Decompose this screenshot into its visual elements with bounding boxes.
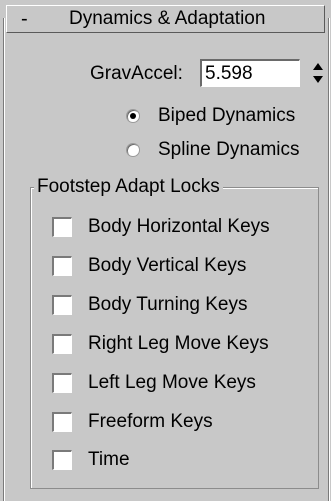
checkbox-label: Time xyxy=(88,449,130,470)
radio-label: Spline Dynamics xyxy=(158,139,300,160)
panel-border-left-highlight xyxy=(4,18,5,501)
grav-accel-label: GravAccel: xyxy=(90,63,183,84)
spline-dynamics-radio[interactable]: Spline Dynamics xyxy=(126,138,300,162)
checkbox-box[interactable] xyxy=(52,256,72,276)
panel-border-right-highlight xyxy=(329,18,330,501)
checkbox-box[interactable] xyxy=(52,334,72,354)
grav-accel-spinner[interactable] xyxy=(310,60,325,86)
rollout-title: Dynamics & Adaptation xyxy=(69,8,266,29)
grav-accel-input[interactable] xyxy=(200,59,300,87)
body-vertical-keys-checkbox[interactable]: Body Vertical Keys xyxy=(52,254,246,278)
checkbox-label: Freeform Keys xyxy=(88,411,213,432)
radio-label: Biped Dynamics xyxy=(158,105,296,126)
radio-selected-dot-icon xyxy=(130,113,136,119)
radio-button-icon[interactable] xyxy=(126,109,140,123)
checkbox-box[interactable] xyxy=(52,373,72,393)
body-turning-keys-checkbox[interactable]: Body Turning Keys xyxy=(52,293,247,317)
dynamics-adaptation-panel: - Dynamics & Adaptation GravAccel: Biped… xyxy=(0,0,331,501)
triangle-down-icon xyxy=(312,76,323,83)
checkbox-box[interactable] xyxy=(52,450,72,470)
rollout-header-button[interactable]: - Dynamics & Adaptation xyxy=(6,5,325,33)
checkbox-label: Right Leg Move Keys xyxy=(88,333,269,354)
checkbox-label: Body Horizontal Keys xyxy=(88,216,270,237)
time-checkbox[interactable]: Time xyxy=(52,448,130,472)
triangle-up-icon xyxy=(312,63,323,70)
checkbox-label: Left Leg Move Keys xyxy=(88,372,256,393)
spinner-up-button[interactable] xyxy=(310,60,325,73)
freeform-keys-checkbox[interactable]: Freeform Keys xyxy=(52,410,213,434)
group-legend: Footstep Adapt Locks xyxy=(34,176,223,198)
checkbox-label: Body Turning Keys xyxy=(88,294,248,315)
body-horizontal-keys-checkbox[interactable]: Body Horizontal Keys xyxy=(52,215,270,239)
left-leg-move-keys-checkbox[interactable]: Left Leg Move Keys xyxy=(52,371,256,395)
checkbox-label: Body Vertical Keys xyxy=(88,255,247,276)
biped-dynamics-radio[interactable]: Biped Dynamics xyxy=(126,104,295,128)
radio-button-icon[interactable] xyxy=(126,143,140,157)
checkbox-box[interactable] xyxy=(52,412,72,432)
spinner-down-button[interactable] xyxy=(310,73,325,86)
checkbox-box[interactable] xyxy=(52,217,72,237)
collapse-toggle-icon: - xyxy=(21,8,28,30)
checkbox-box[interactable] xyxy=(52,295,72,315)
right-leg-move-keys-checkbox[interactable]: Right Leg Move Keys xyxy=(52,332,269,356)
